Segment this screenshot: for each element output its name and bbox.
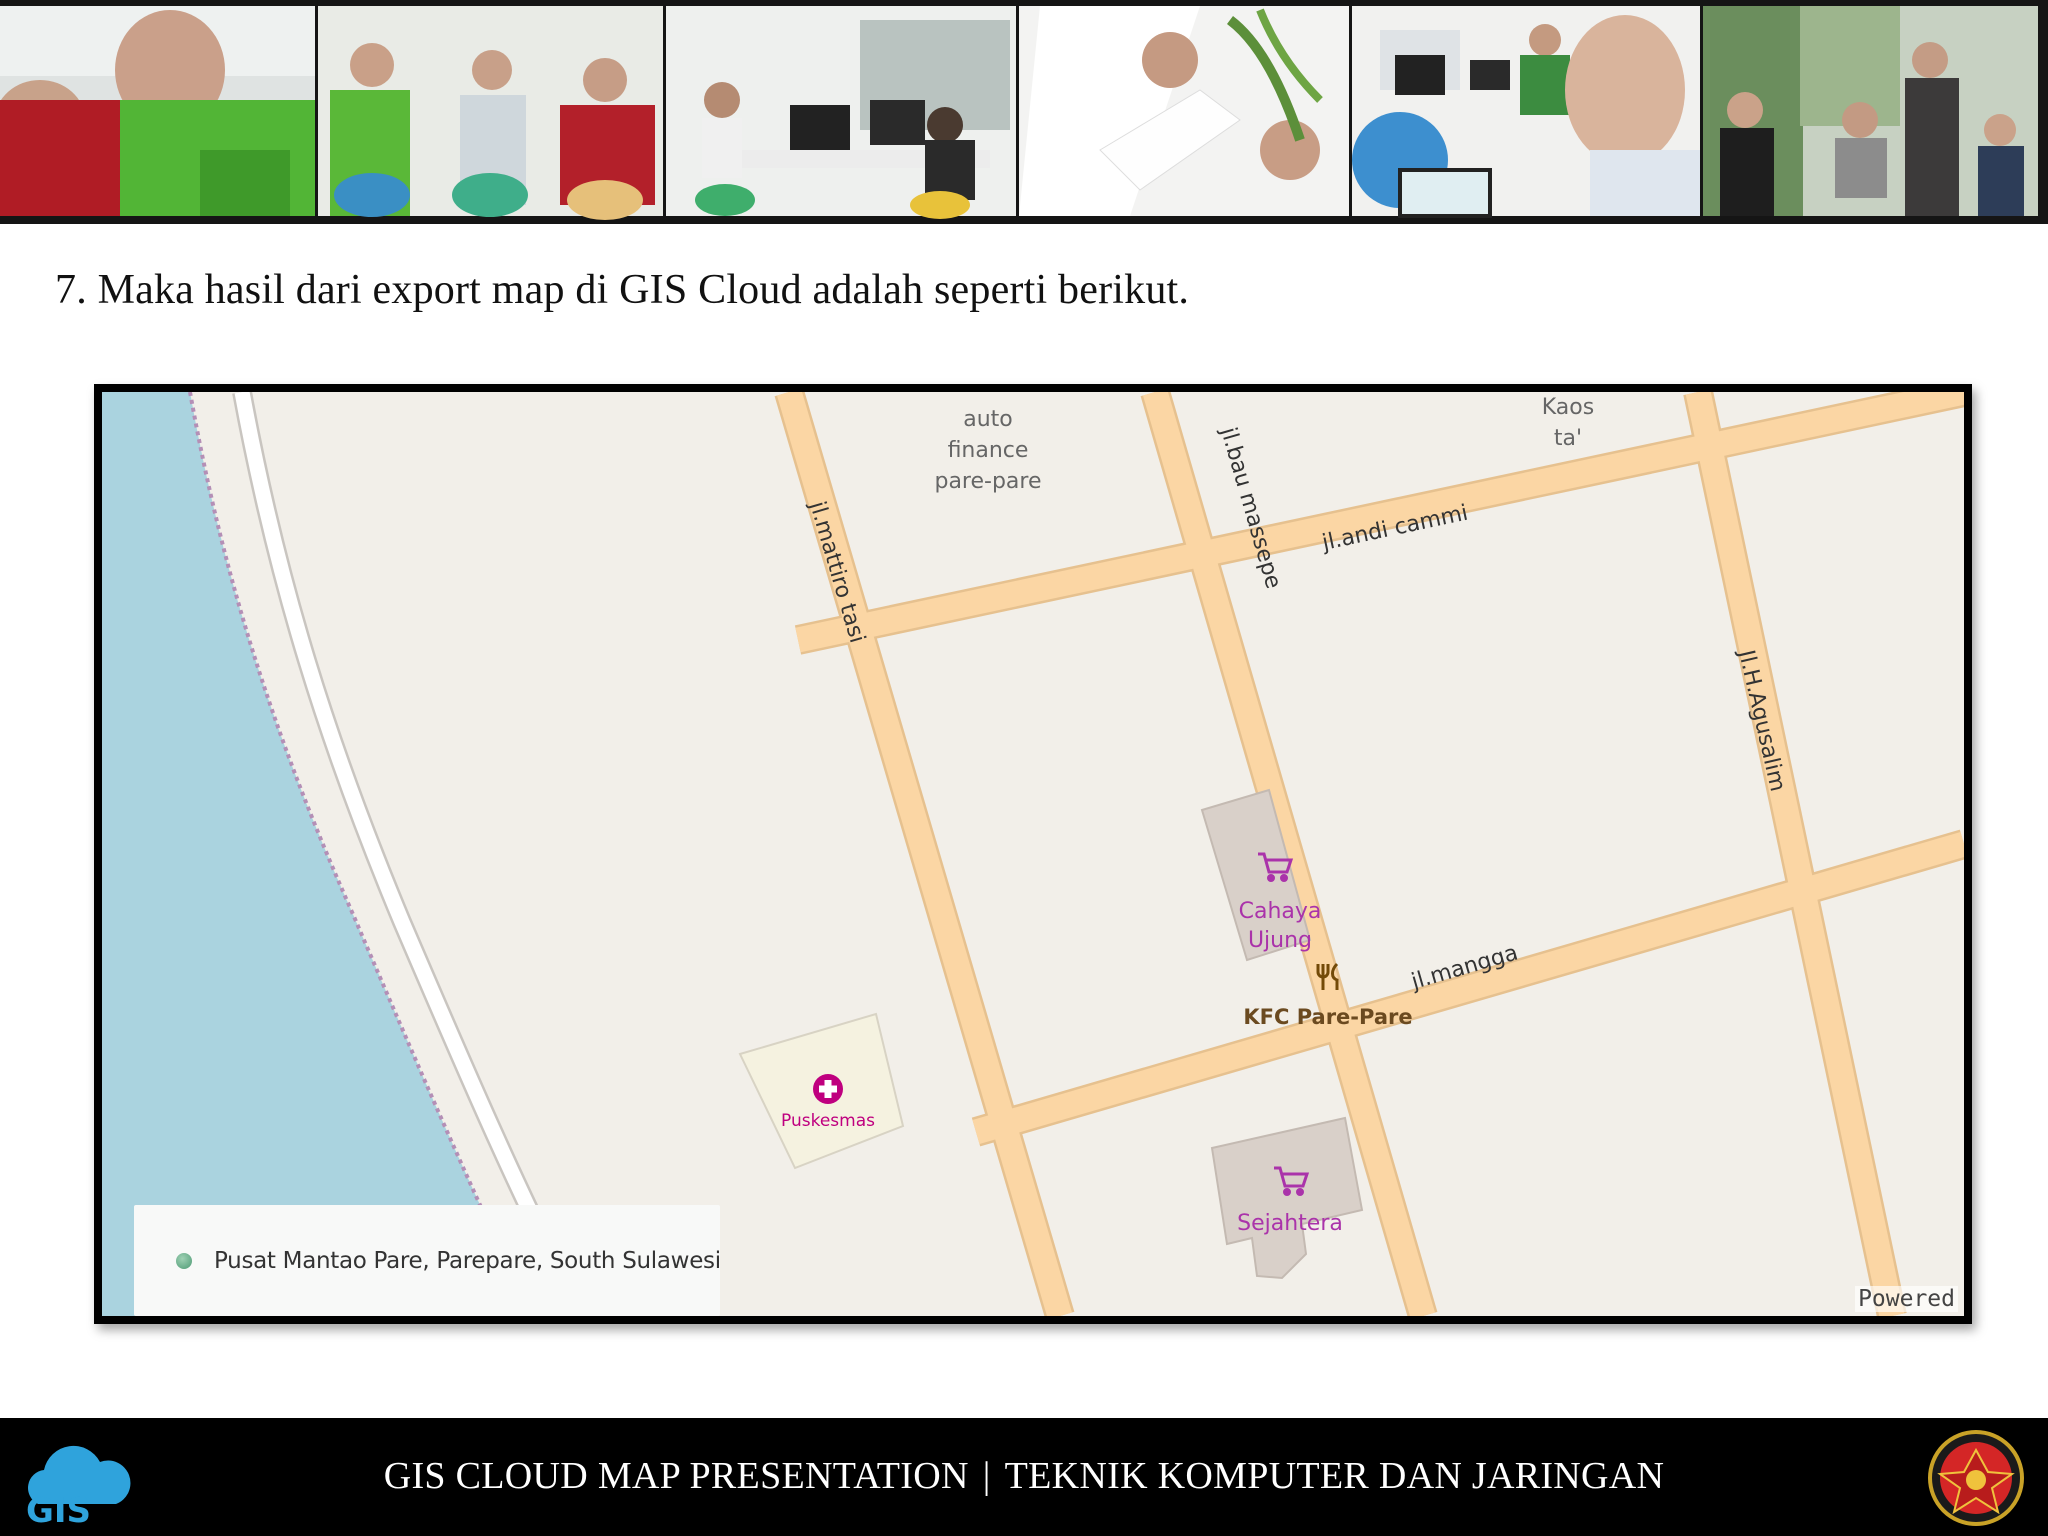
team-photo-2 xyxy=(318,6,663,220)
school-emblem-icon xyxy=(1928,1430,2024,1526)
map-attribution[interactable]: Powered xyxy=(1855,1286,1958,1312)
location-address: Pusat Mantao Pare, Parepare, South Sulaw… xyxy=(214,1247,721,1274)
footer-bar: GIS GIS CLOUD MAP PRESENTATION | TEKNIK KO… xyxy=(0,1418,2048,1536)
sejahtera-label: Sejahtera xyxy=(1237,1211,1343,1236)
map-view[interactable]: jl.mattiro tasi jl.bau massepe jl.andi c… xyxy=(102,392,1964,1316)
team-photo-1 xyxy=(0,6,315,216)
cahaya-label-line2: Ujung xyxy=(1248,928,1312,953)
kaos-label-line1: Kaos xyxy=(1542,395,1594,420)
cahaya-label-line1: Cahaya xyxy=(1239,899,1322,924)
footer-presentation-title: GIS CLOUD MAP PRESENTATION xyxy=(383,1455,969,1497)
finance-label-line2: finance xyxy=(948,438,1029,463)
kfc-label: KFC Pare-Pare xyxy=(1243,1005,1412,1029)
kaos-label-line2: ta' xyxy=(1554,426,1582,451)
footer-title: GIS CLOUD MAP PRESENTATION | TEKNIK KOMPUT… xyxy=(0,1454,2048,1498)
team-photo-6 xyxy=(1703,6,2038,216)
team-photo-4 xyxy=(1019,6,1349,216)
location-card[interactable]: Pusat Mantao Pare, Parepare, South Sulaw… xyxy=(134,1205,721,1316)
header-photo-strip xyxy=(0,0,2048,224)
puskesmas-label: Puskesmas xyxy=(781,1111,875,1131)
finance-label-line1: auto xyxy=(963,407,1013,432)
team-photo-5 xyxy=(1352,6,1700,218)
footer-separator: | xyxy=(982,1455,991,1497)
location-marker-icon xyxy=(176,1252,192,1269)
hospital-icon xyxy=(813,1074,843,1104)
footer-department: TEKNIK KOMPUTER DAN JARINGAN xyxy=(1004,1455,1665,1497)
team-photo-3 xyxy=(666,6,1016,219)
finance-label-line3: pare-pare xyxy=(934,469,1041,494)
map-frame: jl.mattiro tasi jl.bau massepe jl.andi c… xyxy=(94,384,1972,1324)
slide-instruction-text: 7. Maka hasil dari export map di GIS Clo… xyxy=(55,267,1190,313)
